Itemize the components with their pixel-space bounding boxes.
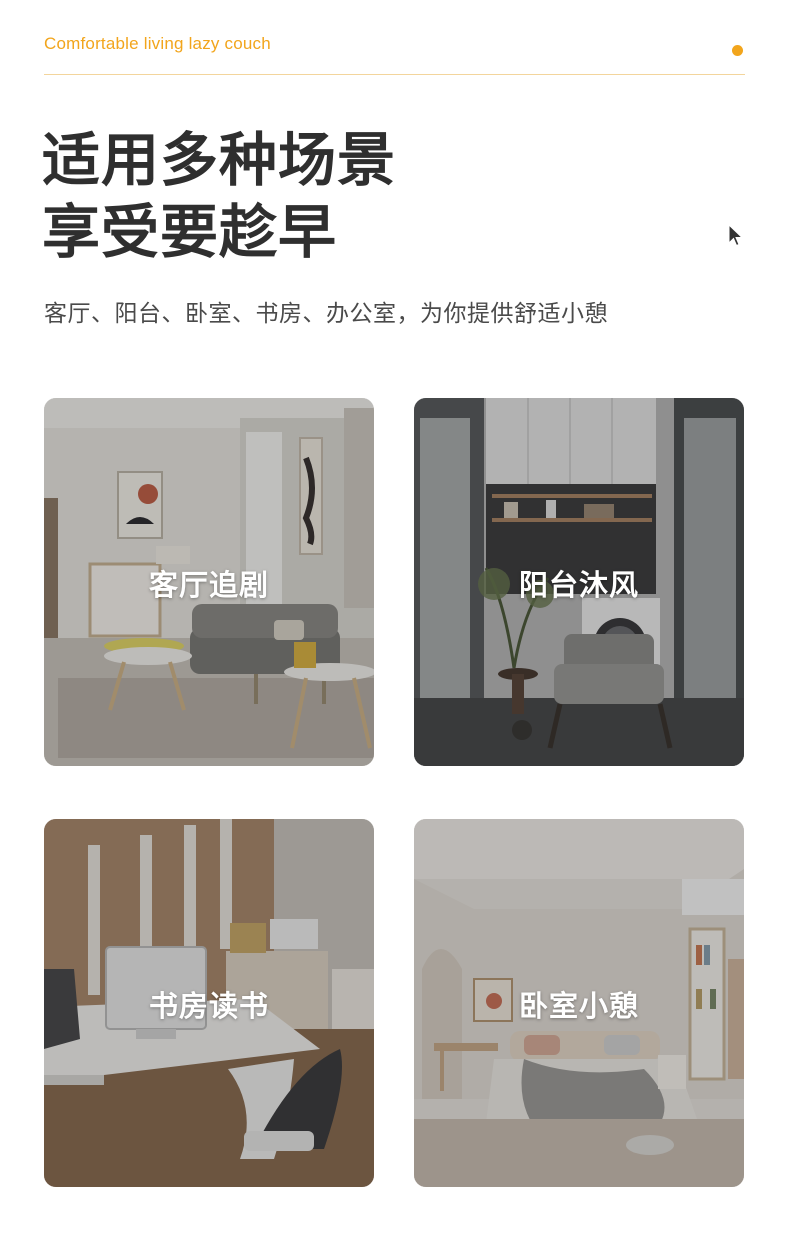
headline-line-1: 适用多种场景 <box>42 126 397 194</box>
scene-card-living-room[interactable]: 客厅追剧 <box>44 398 374 766</box>
scene-label-bedroom: 卧室小憩 <box>518 989 639 1023</box>
brand-tagline: Comfortable living lazy couch <box>44 34 271 53</box>
scene-card-bedroom[interactable]: 卧室小憩 <box>414 819 744 1187</box>
scene-card-balcony[interactable]: 阳台沐风 <box>414 398 744 766</box>
mouse-cursor-icon <box>728 224 744 247</box>
scene-label-study-room: 书房读书 <box>148 989 269 1023</box>
page-subtitle: 客厅、阳台、卧室、书房、办公室，为你提供舒适小憩 <box>44 301 608 327</box>
page-headline: 适用多种场景 享受要趁早 <box>42 124 396 268</box>
headline-line-2: 享受要趁早 <box>42 198 338 266</box>
accent-dot-icon <box>732 45 743 56</box>
scene-label-living-room: 客厅追剧 <box>148 568 269 602</box>
header-bar: Comfortable living lazy couch <box>44 30 745 75</box>
scene-label-balcony: 阳台沐风 <box>518 568 639 602</box>
scene-card-study-room[interactable]: 书房读书 <box>44 819 374 1187</box>
